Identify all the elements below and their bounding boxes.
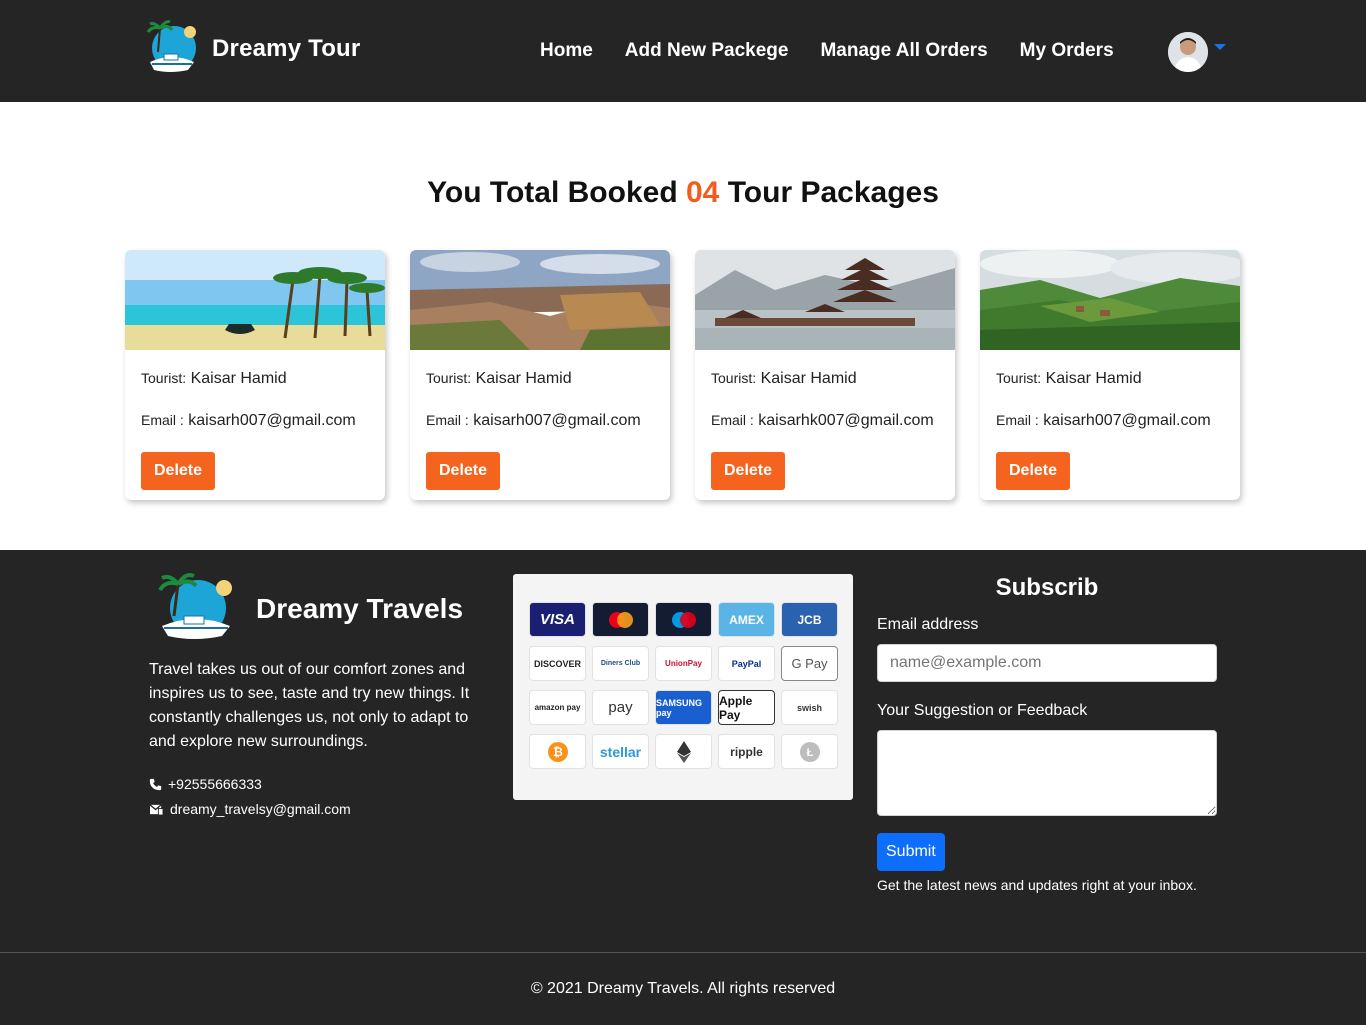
email-line: Email : kaisarhk007@gmail.com — [711, 412, 939, 430]
diners-club-icon: Diners Club — [592, 646, 649, 681]
copyright: © 2021 Dreamy Travels. All rights reserv… — [530, 980, 836, 997]
tourist-line: Tourist: Kaisar Hamid — [141, 370, 369, 388]
tour-image-hills — [980, 250, 1240, 350]
email-line: Email : kaisarh007@gmail.com — [426, 412, 654, 430]
submit-button[interactable]: Submit — [877, 833, 945, 871]
brand-logo — [140, 18, 204, 80]
nav-manage-all-orders[interactable]: Manage All Orders — [820, 40, 987, 62]
tourist-email: kaisarh007@gmail.com — [473, 412, 641, 429]
page-title: You Total Booked 04 Tour Packages — [0, 176, 1366, 210]
paypal-icon: PayPal — [718, 646, 775, 681]
ripple-icon: ripple — [718, 734, 775, 769]
order-card: Tourist: Kaisar Hamid Email : kaisarh007… — [125, 250, 385, 500]
tourist-email: kaisarhk007@gmail.com — [758, 412, 934, 429]
jcb-icon: JCB — [781, 602, 838, 637]
order-card: Tourist: Kaisar Hamid Email : kaisarhk00… — [695, 250, 955, 500]
payment-methods: VISA AMEX JCB DISCOVER Diners Club Union… — [513, 574, 853, 800]
avatar[interactable] — [1168, 32, 1208, 72]
booked-count: 04 — [685, 176, 720, 209]
samsung-pay-icon: SAMSUNG pay — [655, 690, 712, 725]
subscribe-title: Subscrib — [995, 574, 1099, 601]
email-label: Email address — [877, 616, 979, 633]
email-label: Email : — [996, 412, 1039, 428]
visa-icon: VISA — [529, 602, 586, 637]
tourist-label: Tourist: — [996, 370, 1042, 386]
title-suffix: Tour Packages — [719, 176, 939, 209]
ethereum-icon — [655, 734, 712, 769]
nav-my-orders[interactable]: My Orders — [1020, 40, 1114, 62]
swish-icon: swish — [781, 690, 838, 725]
footer-brand-name: Dreamy Travels — [256, 593, 464, 624]
delete-button[interactable]: Delete — [426, 452, 501, 490]
maestro-icon — [655, 602, 712, 637]
tourist-line: Tourist: Kaisar Hamid — [711, 370, 939, 388]
email-line: Email : kaisarh007@gmail.com — [996, 412, 1224, 430]
contact-phone: +92555666333 — [149, 772, 351, 797]
tourist-name: Kaisar Hamid — [190, 370, 287, 387]
email-label: Email : — [141, 412, 184, 428]
apple-pay-icon: Apple Pay — [718, 690, 775, 725]
amex-icon: AMEX — [718, 602, 775, 637]
delete-button[interactable]: Delete — [711, 452, 786, 490]
brand-name: Dreamy Tour — [212, 35, 361, 62]
title-prefix: You Total Booked — [427, 176, 686, 209]
contact-email: dreamy_travelsy@gmail.com — [149, 797, 351, 822]
chevron-down-icon[interactable] — [1214, 44, 1226, 50]
amazon-pay-icon: amazon pay — [529, 690, 586, 725]
tour-image-canyon — [410, 250, 670, 350]
main-nav: Home Add New Packege Manage All Orders M… — [540, 40, 1114, 62]
google-pay-icon: G Pay — [781, 646, 838, 681]
bitcoin-icon: ₿ — [529, 734, 586, 769]
nav-add-new-package[interactable]: Add New Packege — [625, 40, 789, 62]
tourist-email: kaisarh007@gmail.com — [1043, 412, 1211, 429]
footer-brand: Dreamy Travels — [148, 572, 463, 646]
litecoin-icon: Ł — [781, 734, 838, 769]
order-cards: Tourist: Kaisar Hamid Email : kaisarh007… — [125, 250, 1240, 500]
email-line: Email : kaisarh007@gmail.com — [141, 412, 369, 430]
user-menu[interactable] — [1168, 32, 1226, 72]
delete-button[interactable]: Delete — [996, 452, 1071, 490]
footer-divider — [0, 952, 1366, 953]
email-address: dreamy_travelsy@gmail.com — [170, 801, 351, 817]
delete-button[interactable]: Delete — [141, 452, 216, 490]
footer-logo — [148, 572, 244, 646]
unionpay-icon: UnionPay — [655, 646, 712, 681]
envelope-icon — [149, 804, 164, 816]
site-footer: Dreamy Travels Travel takes us out of ou… — [0, 550, 1366, 1025]
tourist-label: Tourist: — [141, 370, 187, 386]
phone-icon — [149, 778, 162, 791]
email-label: Email : — [426, 412, 469, 428]
subscribe-note: Get the latest news and updates right at… — [877, 877, 1197, 893]
tourist-line: Tourist: Kaisar Hamid — [426, 370, 654, 388]
pay-icon: pay — [592, 690, 649, 725]
tourist-label: Tourist: — [426, 370, 472, 386]
tourist-line: Tourist: Kaisar Hamid — [996, 370, 1224, 388]
svg-text:Ł: Ł — [806, 747, 813, 759]
nav-home[interactable]: Home — [540, 40, 593, 62]
feedback-label: Your Suggestion or Feedback — [877, 702, 1088, 719]
tourist-name: Kaisar Hamid — [1045, 370, 1142, 387]
email-field[interactable] — [877, 644, 1217, 682]
footer-about-text: Travel takes us out of our comfort zones… — [149, 661, 470, 750]
tourist-name: Kaisar Hamid — [760, 370, 857, 387]
subscribe-form: Subscrib Email address Your Suggestion o… — [877, 574, 1217, 893]
tour-image-beach — [125, 250, 385, 350]
mastercard-icon — [592, 602, 649, 637]
top-navbar: Dreamy Tour Home Add New Packege Manage … — [0, 0, 1366, 102]
phone-number: +92555666333 — [168, 776, 262, 792]
tourist-label: Tourist: — [711, 370, 757, 386]
svg-text:₿: ₿ — [553, 745, 563, 759]
stellar-icon: stellar — [592, 734, 649, 769]
order-card: Tourist: Kaisar Hamid Email : kaisarh007… — [410, 250, 670, 500]
order-card: Tourist: Kaisar Hamid Email : kaisarh007… — [980, 250, 1240, 500]
tourist-name: Kaisar Hamid — [475, 370, 572, 387]
footer-contact: +92555666333 dreamy_travelsy@gmail.com — [149, 772, 351, 822]
tour-image-temple — [695, 250, 955, 350]
tourist-email: kaisarh007@gmail.com — [188, 412, 356, 429]
brand-link[interactable]: Dreamy Tour — [140, 18, 360, 80]
email-label: Email : — [711, 412, 754, 428]
feedback-textarea[interactable] — [877, 730, 1217, 816]
discover-icon: DISCOVER — [529, 646, 586, 681]
